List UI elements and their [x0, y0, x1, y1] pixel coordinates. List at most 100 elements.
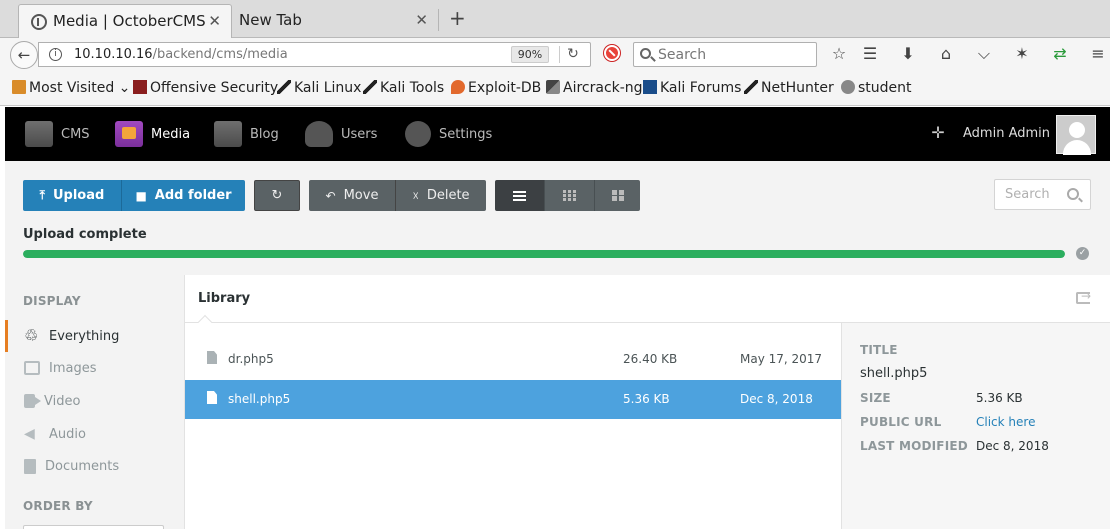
- cms-icon: [25, 121, 53, 147]
- bookmark-kali-tools[interactable]: Kali Tools: [363, 80, 444, 96]
- reading-list-icon[interactable]: ☰: [859, 43, 881, 65]
- account-name[interactable]: Admin Admin: [963, 126, 1050, 141]
- url-bar[interactable]: i 10.10.10.16/backend/cms/media 90% ↻: [38, 42, 591, 67]
- bookmark-label: NetHunter: [761, 80, 834, 96]
- view-grid-button[interactable]: [544, 180, 594, 211]
- bookmark-label: Exploit-DB: [468, 80, 542, 96]
- list-view-icon: [513, 190, 526, 201]
- bookmark-nethunter[interactable]: NetHunter: [744, 80, 834, 96]
- list-item[interactable]: dr.php5 26.40 KB May 17, 2017: [185, 340, 842, 379]
- back-arrow-icon[interactable]: ←: [10, 41, 38, 69]
- view-list-button[interactable]: [495, 180, 544, 211]
- filter-video[interactable]: Video: [5, 385, 184, 417]
- filter-everything[interactable]: ♲ Everything: [5, 320, 184, 352]
- browser-search-input[interactable]: Search: [633, 42, 817, 67]
- pocket-icon[interactable]: ⌵: [973, 43, 995, 65]
- new-tab-plus-icon[interactable]: +: [449, 6, 466, 30]
- bookmark-kali-forums[interactable]: Kali Forums: [643, 80, 741, 96]
- bookmark-star-icon[interactable]: ☆: [828, 43, 850, 65]
- order-by-select[interactable]: [23, 525, 164, 529]
- nav-item-blog[interactable]: Blog: [214, 107, 279, 161]
- refresh-button[interactable]: ↻: [254, 180, 300, 211]
- cms-main-nav: CMS Media Blog Users Settings ✛ Admin Ad…: [5, 107, 1110, 161]
- nav-item-users[interactable]: Users: [305, 107, 377, 161]
- home-icon[interactable]: ⌂: [935, 43, 957, 65]
- bookmark-most-visited[interactable]: Most Visited ⌄: [12, 80, 130, 96]
- nav-label: Media: [151, 126, 191, 142]
- tab-title: New Tab: [239, 11, 302, 29]
- bookmark-label: Most Visited: [29, 80, 115, 96]
- media-search-input[interactable]: [995, 180, 1065, 209]
- filter-label: Images: [49, 360, 97, 376]
- file-name: shell.php5: [228, 392, 291, 406]
- globe-icon: [841, 80, 855, 94]
- bookmark-label: Kali Linux: [294, 80, 362, 96]
- media-toolbar: ⤒ Upload ■ Add folder ↻ ↶ Move ☓ Delete …: [5, 161, 1110, 275]
- image-icon: [24, 361, 40, 375]
- search-icon: [640, 48, 651, 59]
- file-icon: [207, 351, 217, 364]
- nav-item-settings[interactable]: Settings: [405, 107, 492, 161]
- search-icon[interactable]: [1067, 188, 1079, 200]
- search-placeholder: Search: [658, 47, 707, 63]
- media-search: [994, 179, 1091, 210]
- media-sidebar: DISPLAY ♲ Everything Images Video ◀ Audi…: [5, 275, 184, 529]
- grid-view-icon: [563, 190, 576, 201]
- sidebar-toggle-icon[interactable]: [1076, 289, 1091, 304]
- tab-new-tab[interactable]: New Tab ✕: [232, 4, 438, 38]
- filter-label: Video: [44, 393, 81, 409]
- folder-icon: ■: [135, 188, 147, 203]
- nav-item-cms[interactable]: CMS: [25, 107, 90, 161]
- bookmark-student[interactable]: student: [841, 80, 912, 96]
- zoom-level-badge[interactable]: 90%: [511, 46, 549, 63]
- title-value: shell.php5: [860, 366, 928, 381]
- bookmark-aircrack-ng[interactable]: Aircrack-ng: [546, 80, 643, 96]
- extension-bug-icon[interactable]: ✶: [1011, 43, 1033, 65]
- bookmark-label: Kali Forums: [660, 80, 742, 96]
- file-list: dr.php5 26.40 KB May 17, 2017 shell.php5…: [184, 323, 842, 529]
- nav-item-media[interactable]: Media: [115, 107, 190, 161]
- list-item-selected[interactable]: shell.php5 5.36 KB Dec 8, 2018: [185, 380, 842, 419]
- filter-audio[interactable]: ◀ Audio: [5, 418, 184, 450]
- bookmark-offensive-security[interactable]: Offensive Security: [133, 80, 278, 96]
- view-tiles-button[interactable]: [594, 180, 640, 211]
- file-size: 5.36 KB: [623, 392, 670, 406]
- blog-icon: [214, 121, 242, 147]
- order-by-heading: ORDER BY: [23, 499, 93, 513]
- filter-documents[interactable]: Documents: [5, 450, 184, 482]
- kali-forums-icon: [643, 80, 657, 94]
- site-info-icon[interactable]: i: [49, 48, 62, 61]
- public-url-link[interactable]: Click here: [976, 415, 1035, 429]
- check-circle-icon: ✓: [1076, 247, 1089, 260]
- nav-label: Settings: [439, 126, 493, 142]
- download-icon[interactable]: ⬇: [897, 43, 919, 65]
- avatar[interactable]: [1056, 115, 1096, 155]
- tab-media-octobercms[interactable]: Media | OctoberCMS ✕: [18, 4, 232, 38]
- filter-label: Audio: [49, 426, 86, 442]
- url-path: /backend/cms/media: [152, 47, 288, 62]
- url-text[interactable]: 10.10.10.16/backend/cms/media: [74, 47, 288, 62]
- upload-progress-bar: [23, 250, 1065, 258]
- move-arrows-icon[interactable]: ✛: [930, 125, 946, 141]
- filter-images[interactable]: Images: [5, 352, 184, 384]
- bookmark-label: Aircrack-ng: [563, 80, 643, 96]
- refresh-icon: ↻: [271, 188, 283, 203]
- tab-close-icon[interactable]: ✕: [415, 11, 428, 29]
- size-value: 5.36 KB: [976, 391, 1023, 405]
- tab-divider: [438, 9, 439, 31]
- sync-arrows-icon[interactable]: ⇄: [1049, 43, 1071, 65]
- video-icon: [24, 394, 41, 408]
- upload-icon: ⤒: [39, 188, 45, 202]
- add-folder-button[interactable]: ■ Add folder: [122, 180, 245, 211]
- adblock-icon[interactable]: [604, 45, 620, 61]
- upload-button[interactable]: ⤒ Upload: [23, 180, 122, 211]
- delete-button[interactable]: ☓ Delete: [396, 180, 486, 211]
- file-name: dr.php5: [228, 352, 274, 366]
- reload-icon[interactable]: ↻: [559, 46, 586, 63]
- hamburger-menu-icon[interactable]: ≡: [1087, 43, 1109, 65]
- bookmark-kali-linux[interactable]: Kali Linux: [277, 80, 361, 96]
- move-button[interactable]: ↶ Move: [309, 180, 396, 211]
- browser-nav-bar: i 10.10.10.16/backend/cms/media 90% ↻ ← …: [0, 38, 1110, 70]
- bookmark-exploit-db[interactable]: Exploit-DB: [451, 80, 541, 96]
- tab-close-icon[interactable]: ✕: [208, 12, 221, 30]
